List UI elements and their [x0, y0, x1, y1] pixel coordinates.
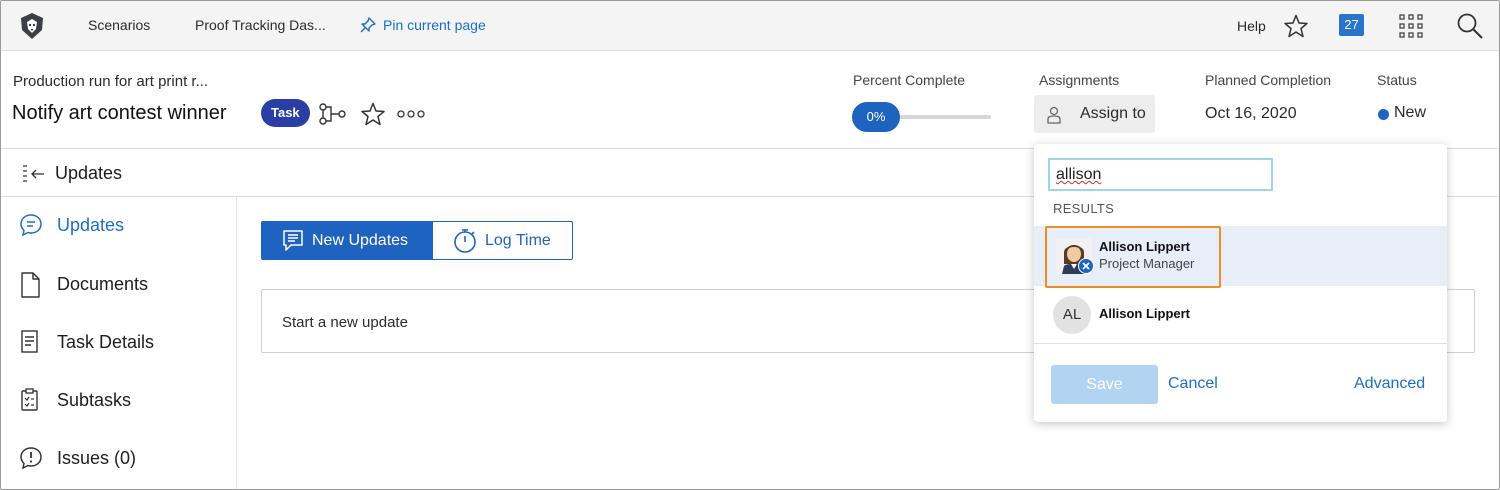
task-type-badge: Task: [261, 99, 310, 127]
sidebar-item-updates[interactable]: Updates: [1, 205, 237, 245]
assign-to-label: Assign to: [1080, 105, 1146, 122]
assign-to-button[interactable]: Assign to: [1034, 95, 1155, 133]
stopwatch-icon: [454, 228, 476, 253]
planned-completion-label: Planned Completion: [1205, 72, 1332, 88]
app-window: Scenarios Proof Tracking Das... Pin curr…: [0, 0, 1500, 490]
result-role: Project Manager: [1099, 256, 1195, 271]
tab-new-updates-label: New Updates: [312, 231, 409, 249]
advanced-link[interactable]: Advanced: [1354, 375, 1425, 393]
more-options-icon[interactable]: [397, 109, 425, 119]
task-header: Production run for art print r... Notify…: [1, 51, 1499, 149]
lion-logo-icon[interactable]: [17, 11, 47, 41]
status-dot: [1378, 109, 1389, 120]
task-sidebar: Updates Documents Task Details Subtasks: [1, 197, 237, 489]
result-name: Allison Lippert: [1099, 239, 1190, 254]
details-icon: [21, 330, 38, 353]
tab-new-updates[interactable]: New Updates: [261, 221, 433, 260]
notification-count-badge[interactable]: 27: [1339, 14, 1364, 36]
assignee-search-input[interactable]: allison: [1048, 158, 1273, 191]
sidebar-item-subtasks[interactable]: Subtasks: [1, 380, 237, 420]
nav-link-proof-tracking[interactable]: Proof Tracking Das...: [195, 17, 326, 33]
task-title[interactable]: Notify art contest winner: [12, 102, 227, 125]
sidebar-item-label: Issues (0): [57, 448, 137, 468]
updates-doc-icon: [283, 229, 303, 251]
app-grid-icon[interactable]: [1399, 14, 1423, 38]
assignee-search-value: allison: [1056, 166, 1102, 183]
tab-log-time[interactable]: Log Time: [433, 221, 573, 260]
chat-bubble-icon: [20, 214, 42, 237]
pin-current-page-link[interactable]: Pin current page: [359, 16, 486, 34]
pin-icon: [360, 17, 376, 33]
manager-badge-icon: [1078, 258, 1094, 274]
assignments-label: Assignments: [1039, 72, 1120, 88]
issue-icon: [20, 447, 42, 470]
cancel-button[interactable]: Cancel: [1168, 375, 1218, 393]
new-update-placeholder: Start a new update: [282, 314, 408, 331]
collapse-panel-icon[interactable]: [21, 163, 47, 185]
user-initials-avatar: AL: [1053, 296, 1091, 334]
assign-dropdown: allison RESULTS Allison Lippert Project …: [1034, 144, 1447, 422]
top-navigation: Scenarios Proof Tracking Das... Pin curr…: [1, 1, 1499, 51]
document-icon: [21, 272, 40, 298]
search-icon[interactable]: [1456, 12, 1484, 40]
parent-project-link[interactable]: Production run for art print r...: [13, 73, 208, 90]
favorites-star-icon[interactable]: [1283, 13, 1309, 39]
save-button[interactable]: Save: [1051, 365, 1158, 404]
sidebar-item-label: Documents: [57, 274, 149, 294]
panel-title: Updates: [55, 163, 123, 183]
nav-link-scenarios[interactable]: Scenarios: [88, 17, 150, 33]
percent-complete-handle[interactable]: 0%: [852, 102, 900, 132]
status-value[interactable]: New: [1394, 104, 1426, 122]
updates-tabs: New Updates Log Time: [261, 221, 573, 260]
sidebar-item-label: Task Details: [57, 332, 155, 352]
clipboard-list-icon: [21, 388, 38, 411]
status-label: Status: [1377, 72, 1417, 88]
hierarchy-icon[interactable]: [319, 103, 347, 125]
sidebar-item-label: Updates: [57, 215, 125, 235]
sidebar-item-task-details[interactable]: Task Details: [1, 322, 237, 362]
help-link[interactable]: Help: [1237, 18, 1266, 34]
user-icon: [1047, 106, 1061, 124]
sidebar-item-documents[interactable]: Documents: [1, 264, 237, 304]
planned-completion-value[interactable]: Oct 16, 2020: [1205, 105, 1297, 123]
sidebar-item-issues[interactable]: Issues (0): [1, 438, 237, 478]
percent-complete-label: Percent Complete: [853, 72, 966, 88]
result-item[interactable]: AL Allison Lippert: [1034, 286, 1447, 344]
result-name: Allison Lippert: [1099, 306, 1190, 321]
star-icon[interactable]: [360, 101, 386, 127]
tab-log-time-label: Log Time: [485, 231, 551, 249]
sidebar-item-label: Subtasks: [57, 390, 132, 410]
result-item[interactable]: Allison Lippert Project Manager: [1034, 226, 1447, 288]
pin-label: Pin current page: [383, 17, 486, 33]
results-label: RESULTS: [1053, 201, 1115, 216]
